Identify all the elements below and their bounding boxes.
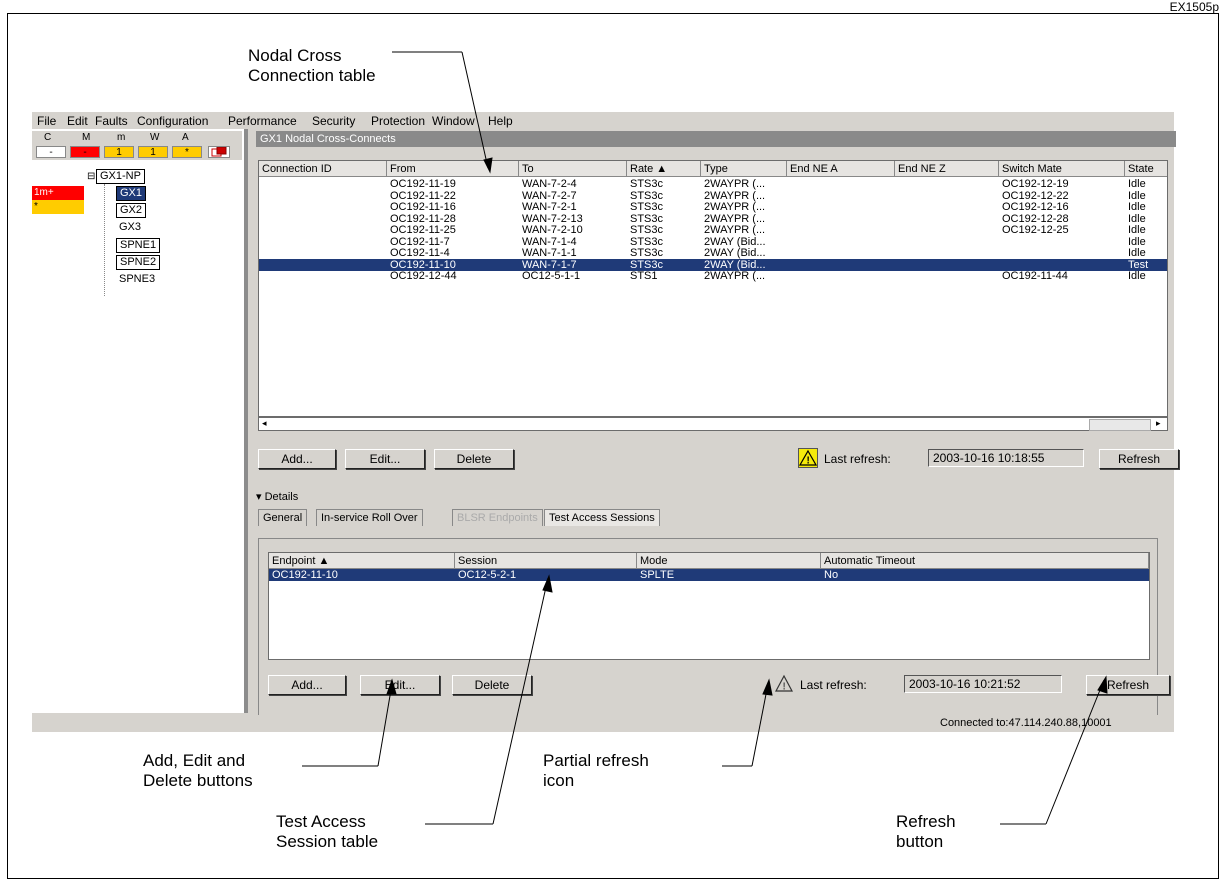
leader-refresh [1045, 679, 1105, 825]
arrow-nodal [483, 157, 493, 174]
callout-lines [302, 51, 1108, 825]
leader-nodal [461, 51, 489, 169]
arrow-refresh [1097, 675, 1108, 694]
arrow-buttons [386, 678, 397, 695]
arrow-partial [762, 678, 773, 696]
leader-test [492, 577, 549, 825]
leader-partial [751, 683, 769, 767]
leader-buttons [377, 683, 393, 767]
arrow-test [542, 574, 553, 593]
